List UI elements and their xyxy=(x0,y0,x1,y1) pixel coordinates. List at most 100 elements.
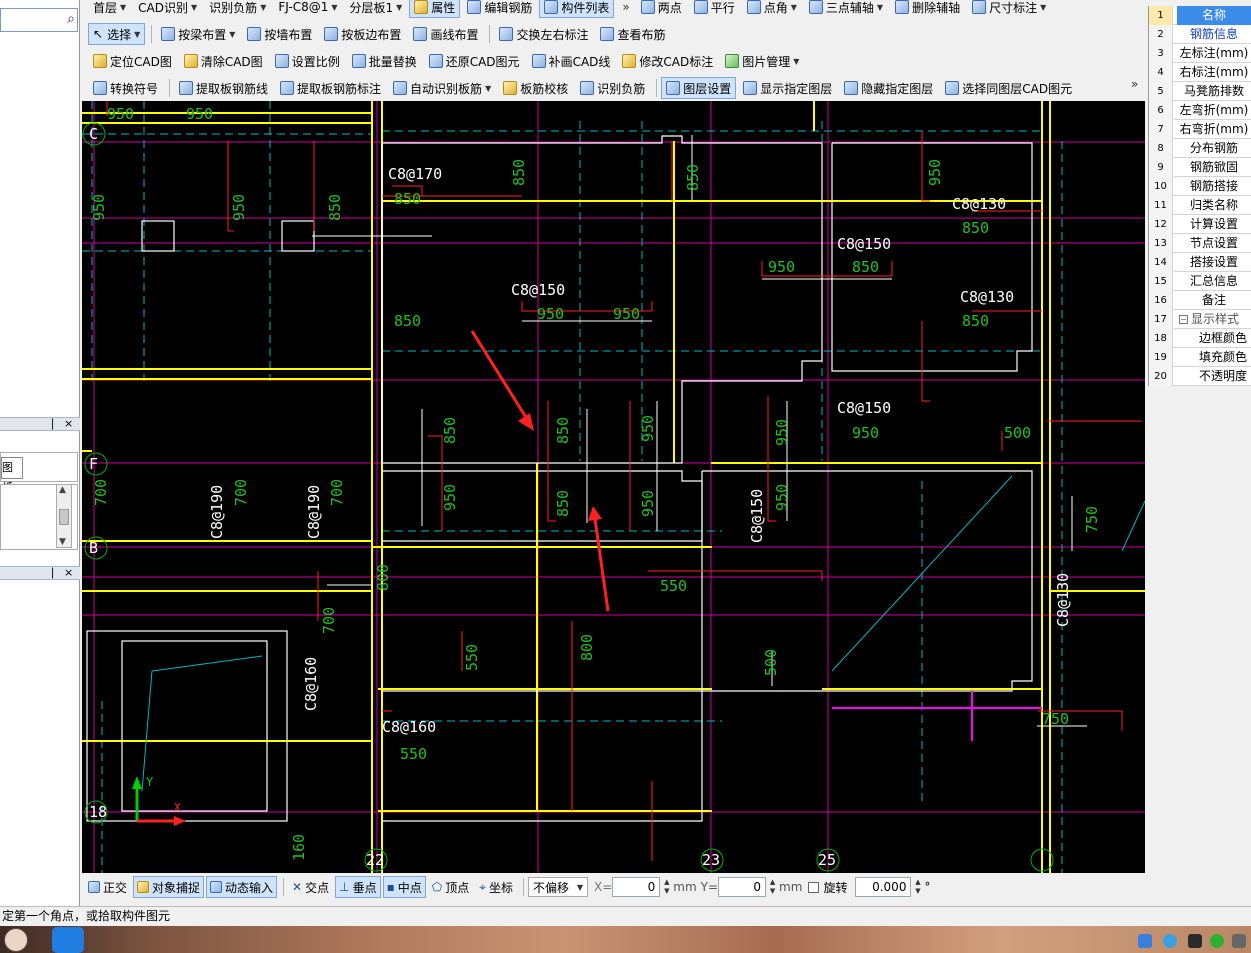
property-row[interactable]: 8 分布钢筋 xyxy=(1149,139,1251,158)
set-scale-button[interactable]: 设置比例 xyxy=(270,50,345,72)
perpendicular-snap[interactable]: ⊥ 垂点 xyxy=(335,876,381,898)
search-icon[interactable]: ⌕ xyxy=(67,11,75,27)
rebar-check-button[interactable]: 板筋校核 xyxy=(498,77,573,99)
rotate-checkbox[interactable] xyxy=(808,881,820,893)
tray-g-icon[interactable] xyxy=(1163,934,1177,948)
extract-line-icon xyxy=(179,81,194,95)
draw-line-button[interactable]: 画线布置 xyxy=(408,23,483,45)
intersection-snap[interactable]: ✕ 交点 xyxy=(288,876,333,898)
property-row[interactable]: 20 不透明度 xyxy=(1149,367,1251,386)
wechat-icon[interactable] xyxy=(1210,934,1224,948)
collapse-icon[interactable]: − xyxy=(1179,315,1188,324)
pin-icon[interactable]: ❘ xyxy=(48,417,57,430)
property-row[interactable]: 19 填充颜色 xyxy=(1149,348,1251,367)
app-icon[interactable] xyxy=(52,927,84,953)
by-wall-button[interactable]: 按墙布置 xyxy=(242,23,317,45)
vertex-snap[interactable]: ⬠ 顶点 xyxy=(428,876,473,898)
property-row[interactable]: 16 备注 xyxy=(1149,291,1251,310)
floor-select[interactable]: 首层 ▼ xyxy=(88,0,131,18)
view-layout-button[interactable]: 查看布筋 xyxy=(595,23,670,45)
delete-axis-button[interactable]: 删除辅轴 xyxy=(890,0,965,18)
select-same-layer-button[interactable]: 选择同图层CAD图元 xyxy=(940,77,1077,99)
property-row[interactable]: 7 右弯折(mm) xyxy=(1149,120,1251,139)
close-icon[interactable]: × xyxy=(64,417,73,430)
osnap-toggle[interactable]: 对象捕捉 xyxy=(133,876,205,898)
x-spinner[interactable]: ▲ ▼ xyxy=(662,878,671,896)
avatar[interactable] xyxy=(4,928,28,952)
list-scrollbar[interactable]: ▲ ▼ xyxy=(56,484,72,548)
cad-recognize-select[interactable]: CAD识别 ▼ xyxy=(133,0,202,18)
tray-app-icon[interactable] xyxy=(1188,934,1202,948)
recognize-type-select[interactable]: 识别负筋 ▼ xyxy=(204,0,271,18)
component-list-button[interactable]: 构件列表 xyxy=(539,0,615,18)
y-spinner[interactable]: ▲ ▼ xyxy=(768,878,777,896)
overflow-icon[interactable]: » xyxy=(622,0,629,14)
pin-icon[interactable]: ❘ xyxy=(48,566,57,579)
dynamic-input-toggle[interactable]: 动态输入 xyxy=(206,876,278,898)
edit-rebar-label: 编辑钢筋 xyxy=(484,0,533,15)
scroll-thumb[interactable] xyxy=(59,509,69,525)
property-row[interactable]: 1 名称 xyxy=(1149,6,1251,25)
image-manage-button[interactable]: 图片管理 ▼ xyxy=(720,50,804,72)
property-row[interactable]: 18 边框颜色 xyxy=(1149,329,1251,348)
search-input[interactable]: ⌕ xyxy=(0,8,78,32)
three-point-axis-button[interactable]: 三点辅轴 ▼ xyxy=(804,0,888,18)
property-row[interactable]: 11 归类名称 xyxy=(1149,196,1251,215)
property-row[interactable]: 14 搭接设置 xyxy=(1149,253,1251,272)
property-row[interactable]: 17− 显示样式 xyxy=(1149,310,1251,329)
scroll-up-icon[interactable]: ▲ xyxy=(59,485,66,495)
properties-button[interactable]: 属性 xyxy=(409,0,461,18)
tray-cube-icon[interactable] xyxy=(1138,934,1152,948)
auto-recognize-button[interactable]: 自动识别板筋 ▼ xyxy=(388,77,496,99)
layer-settings-button[interactable]: 图层设置 xyxy=(661,77,737,99)
locate-cad-button[interactable]: 定位CAD图 xyxy=(88,50,177,72)
by-slab-edge-button[interactable]: 按板边布置 xyxy=(319,23,406,45)
property-row[interactable]: 9 钢筋锨固 xyxy=(1149,158,1251,177)
property-row[interactable]: 15 汇总信息 xyxy=(1149,272,1251,291)
property-row[interactable]: 4 右标注(mm) xyxy=(1149,63,1251,82)
two-points-button[interactable]: 两点 xyxy=(636,0,687,18)
parallel-button[interactable]: 平行 xyxy=(689,0,740,18)
restore-cad-button[interactable]: 还原CAD图元 xyxy=(424,50,525,72)
point-angle-button[interactable]: 点角 ▼ xyxy=(742,0,802,18)
y-input[interactable]: 0 xyxy=(718,877,767,897)
property-row[interactable]: 3 左标注(mm) xyxy=(1149,44,1251,63)
extract-rebar-line-button[interactable]: 提取板钢筋线 xyxy=(174,77,273,99)
property-row[interactable]: 2 钢筋信息 xyxy=(1149,25,1251,44)
tab-drawing[interactable]: 图纸 xyxy=(1,457,23,494)
property-row[interactable]: 6 左弯折(mm) xyxy=(1149,101,1251,120)
component-select[interactable]: FJ-C8@1 ▼ xyxy=(273,0,342,18)
modify-cad-label-button[interactable]: 修改CAD标注 xyxy=(617,50,718,72)
tray-misc-icon[interactable] xyxy=(1232,934,1246,948)
property-row[interactable]: 10 钢筋搭接 xyxy=(1149,177,1251,196)
property-row[interactable]: 5 马凳筋排数 xyxy=(1149,82,1251,101)
swap-labels-button[interactable]: 交换左右标注 xyxy=(494,23,593,45)
recognize-neg-button[interactable]: 识别负筋 xyxy=(575,77,650,99)
close-icon[interactable]: × xyxy=(64,566,73,579)
redraw-cad-line-button[interactable]: 补画CAD线 xyxy=(527,50,616,72)
offset-mode-select[interactable]: 不偏移 ▼ xyxy=(527,877,588,897)
dimension-button[interactable]: 尺寸标注 ▼ xyxy=(967,0,1051,18)
clear-cad-button[interactable]: 清除CAD图 xyxy=(179,50,268,72)
layer-board-select[interactable]: 分层板1 ▼ xyxy=(345,0,408,18)
coordinate-snap[interactable]: ⌖ 坐标 xyxy=(475,876,517,898)
show-layer-button[interactable]: 显示指定图层 xyxy=(738,77,837,99)
x-input[interactable]: 0 xyxy=(612,877,661,897)
property-row[interactable]: 13 节点设置 xyxy=(1149,234,1251,253)
ortho-toggle[interactable]: 正交 xyxy=(84,876,131,898)
select-button[interactable]: ↖ 选择 ▼ xyxy=(88,23,146,45)
rotate-spinner[interactable]: ▲ ▼ xyxy=(913,878,922,896)
scroll-down-icon[interactable]: ▼ xyxy=(59,537,66,547)
by-beam-button[interactable]: 按梁布置 ▼ xyxy=(156,23,240,45)
cad-canvas[interactable]: Y X C8@170 C8@150 C8@150 C8@130 C8@130 C8@150… xyxy=(82,101,1145,873)
rotate-input[interactable]: 0.000 xyxy=(855,877,912,897)
convert-symbol-button[interactable]: 转换符号 xyxy=(88,77,163,99)
batch-replace-button[interactable]: 批量替换 xyxy=(347,50,422,72)
midpoint-snap[interactable]: ▪ 中点 xyxy=(382,876,426,898)
hide-layer-button[interactable]: 隐藏指定图层 xyxy=(839,77,938,99)
replace-icon xyxy=(351,54,366,68)
toolbar-overflow-icon[interactable]: » xyxy=(1131,77,1138,91)
extract-rebar-label-button[interactable]: 提取板钢筋标注 xyxy=(275,77,386,99)
edit-rebar-button[interactable]: 编辑钢筋 xyxy=(462,0,537,18)
property-row[interactable]: 12 计算设置 xyxy=(1149,215,1251,234)
